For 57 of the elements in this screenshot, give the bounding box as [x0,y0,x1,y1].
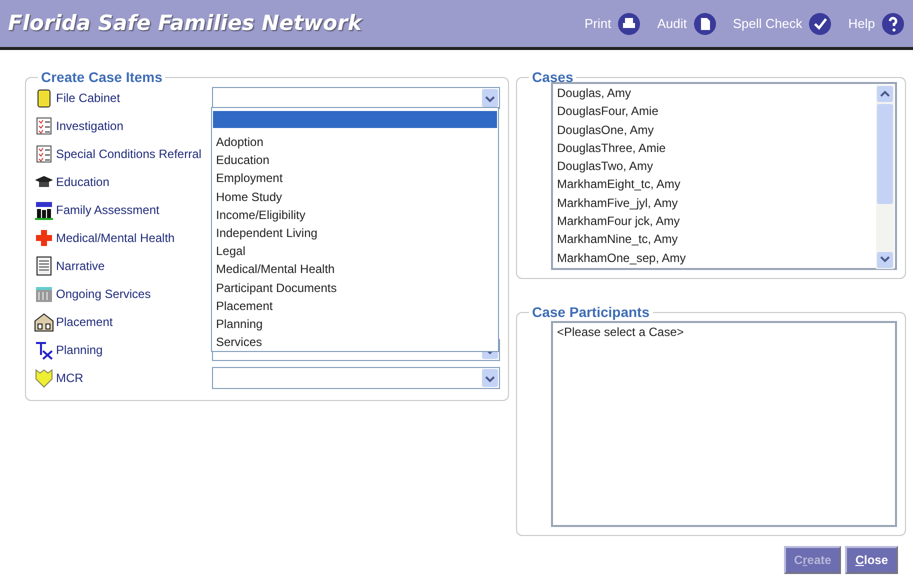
dropdown-option[interactable]: Medical/Mental Health [212,260,498,278]
checklist-icon [34,116,54,136]
document-icon [692,12,717,36]
case-item-link[interactable]: Special Conditions Referral [34,144,212,164]
dropdown-option[interactable]: Independent Living [212,224,498,242]
help-icon [881,12,905,36]
app-title: Florida Safe Families Network [8,10,362,37]
case-item-link[interactable]: Placement [34,312,212,332]
list-item[interactable]: MarkhamNine_tc, Amy [553,230,895,249]
dropdown-option[interactable]: Services [212,333,498,352]
case-item-link[interactable]: Investigation [34,116,212,136]
shield-icon [34,368,54,388]
checklist-icon [34,144,54,164]
list-item[interactable]: DouglasTwo, Amy [553,157,895,176]
dropdown-option[interactable]: Adoption [212,133,498,152]
dropdown-option[interactable]: Education [212,151,498,170]
cross-icon [34,228,54,248]
dropdown-option[interactable]: Employment [212,169,498,188]
list-item[interactable]: DouglasThree, Amie [553,138,895,158]
dropdown-option[interactable]: Placement [212,296,498,315]
list-item[interactable]: MarkhamOne_sep, Amy [553,248,895,267]
house-icon [34,312,54,332]
family-icon [34,200,54,220]
check-icon [808,12,832,36]
case-item-link[interactable]: Family Assessment [34,200,212,220]
case-item-link[interactable]: Education [34,172,212,192]
panel-legend: Case Participants [529,305,652,319]
select-field[interactable] [212,87,500,109]
close-button[interactable]: Close [845,546,898,574]
case-item-link[interactable]: Ongoing Services [34,284,212,304]
cases-listbox[interactable]: Douglas, Amy DouglasFour, Amie DouglasOne, Amy DouglasThree, Amie DouglasTwo, Amy MarkhamEight_tc, Amy MarkhamFive_jyl, Amy MarkhamFour jck, Amy MarkhamNine_tc, Amy MarkhamOne_sep, Amy [551,82,897,270]
scrollbar[interactable] [876,85,894,269]
list-item[interactable]: DouglasFour, Amie [553,102,895,121]
dropdown-option[interactable]: Income/Eligibility [212,206,498,224]
case-item-link[interactable]: MCR [34,368,212,388]
rx-icon [34,340,54,360]
dropdown-option[interactable]: Planning [212,314,498,334]
building-icon [34,284,54,304]
list-item[interactable]: MarkhamFour jck, Amy [553,212,895,230]
dropdown-option[interactable]: Home Study [212,188,498,206]
list-item[interactable]: MarkhamFive_jyl, Amy [553,194,895,212]
select-field[interactable] [212,367,500,389]
dropdown-option[interactable]: Participant Documents [212,278,498,297]
panel-legend: Cases [529,70,576,84]
list-item[interactable]: DouglasOne, Amy [553,120,895,139]
list-item[interactable]: Douglas, Amy [553,84,895,102]
page-icon [34,256,54,276]
case-item-link[interactable]: File Cabinet [34,88,212,108]
list-item[interactable]: MarkhamEight_tc, Amy [553,175,895,194]
dropdown-option[interactable]: Legal [212,242,498,260]
panel-legend: Create Case Items [38,70,166,84]
case-item-link[interactable]: Narrative [34,256,212,276]
case-item-link[interactable]: Planning [34,340,212,360]
participants-listbox[interactable]: <Please select a Case> [551,321,897,527]
list-item[interactable]: <Please select a Case> [553,323,895,342]
printer-icon [617,12,642,36]
case-item-link[interactable]: Medical/Mental Health [34,228,212,248]
